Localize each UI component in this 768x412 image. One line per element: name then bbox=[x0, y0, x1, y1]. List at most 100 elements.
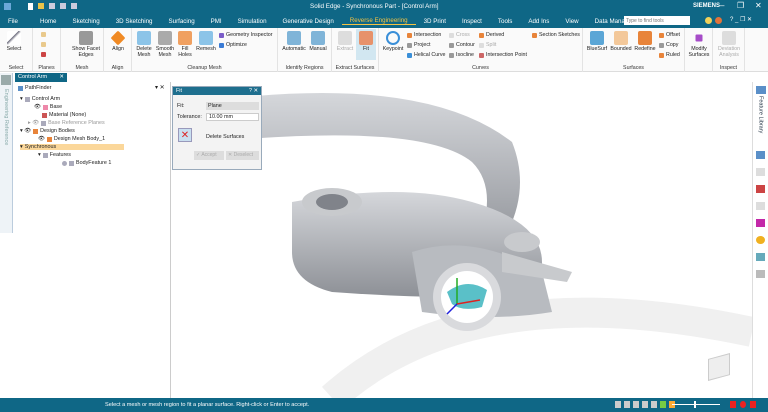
bounded-button[interactable]: Bounded bbox=[609, 31, 633, 52]
pin-close-icon[interactable]: ▾ ✕ bbox=[155, 84, 165, 91]
tree-item-design-bodies[interactable]: ▾ 👁 Design Bodies bbox=[20, 128, 75, 134]
tab-pmi[interactable]: PMI bbox=[203, 18, 230, 25]
tab-sketching[interactable]: Sketching bbox=[65, 18, 108, 25]
ruled-button[interactable]: Ruled bbox=[659, 52, 680, 58]
record-controls[interactable] bbox=[730, 401, 756, 408]
remesh-icon bbox=[199, 31, 213, 45]
tab-generative-design[interactable]: Generative Design bbox=[275, 18, 342, 25]
modify-surfaces-button[interactable]: Modify Surfaces bbox=[686, 31, 712, 58]
tree-item-synchronous[interactable]: ▾ Synchronous bbox=[20, 144, 124, 150]
pathfinder-header: PathFinder bbox=[18, 85, 51, 91]
automatic-button[interactable]: Automatic bbox=[281, 31, 307, 52]
delete-mesh-button[interactable]: Delete Mesh bbox=[134, 31, 154, 58]
help-icon[interactable] bbox=[756, 168, 765, 177]
group-planes: Planes bbox=[33, 28, 61, 72]
tab-3d-print[interactable]: 3D Print bbox=[416, 18, 454, 25]
tab-surfacing[interactable]: Surfacing bbox=[161, 18, 203, 25]
tree-item-design-mesh-body[interactable]: 👁 Design Mesh Body_1 bbox=[38, 136, 105, 142]
split-button[interactable]: Split bbox=[479, 42, 496, 48]
cross-button[interactable]: Cross bbox=[449, 32, 470, 38]
tolerance-input[interactable]: 10.00 mm bbox=[206, 113, 259, 121]
align-button[interactable]: Align bbox=[108, 30, 128, 52]
help-icon[interactable]: ? _ ❐ ✕ bbox=[730, 16, 752, 23]
extract-button[interactable]: Extract bbox=[335, 31, 355, 52]
tool-search-input[interactable] bbox=[624, 16, 690, 25]
tree-item-features[interactable]: ▾ Features bbox=[38, 152, 71, 158]
tab-simulation[interactable]: Simulation bbox=[230, 18, 275, 25]
deviation-analysis-button[interactable]: Deviation Analysis bbox=[714, 31, 744, 58]
tree-item-base[interactable]: 👁 Base bbox=[34, 104, 62, 110]
tab-file[interactable]: File bbox=[0, 18, 26, 25]
offset-button[interactable]: Offset bbox=[659, 32, 680, 38]
minimize-button[interactable]: – bbox=[720, 1, 724, 10]
tab-inspect[interactable]: Inspect bbox=[454, 18, 490, 25]
key-icon[interactable] bbox=[756, 236, 765, 245]
section-sketches-button[interactable]: Section Sketches bbox=[532, 32, 580, 38]
keypoint-button[interactable]: Keypoint bbox=[381, 31, 405, 52]
show-facet-edges-button[interactable]: Show Facet Edges bbox=[71, 31, 101, 58]
tab-add-ins[interactable]: Add Ins bbox=[520, 18, 557, 25]
plane-list-button[interactable] bbox=[41, 42, 46, 47]
copy-button[interactable]: Copy bbox=[659, 42, 678, 48]
right-tab-strip: Feature Library bbox=[752, 82, 768, 398]
tree-item-bodyfeature[interactable]: BodyFeature 1 bbox=[62, 160, 111, 166]
tab-home[interactable]: Home bbox=[26, 18, 65, 25]
modify-surfaces-icon bbox=[695, 34, 703, 42]
gear-icon[interactable] bbox=[1, 75, 11, 85]
tree-item-base-reference-planes[interactable]: ▸ 👁 Base Reference Planes bbox=[28, 120, 105, 126]
accept-button[interactable]: ✓ Accept bbox=[194, 151, 224, 160]
smiley-icon[interactable] bbox=[705, 17, 712, 24]
help-close-icon[interactable]: ? ✕ bbox=[249, 88, 258, 94]
document-tab[interactable]: Control Arm ✕ bbox=[15, 73, 67, 82]
tab-3d-sketching[interactable]: 3D Sketching bbox=[108, 18, 161, 25]
fit-type-select[interactable]: Plane bbox=[206, 102, 259, 110]
delete-surfaces-toggle[interactable]: ✕ bbox=[178, 128, 192, 142]
left-tab-strip: Engineering Reference bbox=[0, 73, 13, 233]
select-button[interactable]: Select bbox=[4, 31, 24, 52]
close-button[interactable]: ✕ bbox=[755, 1, 762, 10]
coordinate-system-button[interactable] bbox=[41, 52, 46, 57]
color-icon[interactable] bbox=[756, 219, 765, 228]
fill-holes-button[interactable]: Fill Holes bbox=[176, 31, 194, 58]
engineering-reference-tab[interactable]: Engineering Reference bbox=[3, 89, 9, 145]
deviation-analysis-icon bbox=[722, 31, 736, 45]
group-extract-surfaces: Extract Fit Extract Surfaces bbox=[332, 28, 379, 72]
remesh-button[interactable]: Remesh bbox=[195, 31, 217, 52]
view-controls[interactable] bbox=[615, 401, 675, 408]
manual-icon bbox=[311, 31, 325, 45]
intersection-button[interactable]: Intersection bbox=[407, 32, 441, 38]
zoom-slider[interactable] bbox=[672, 401, 720, 408]
feature-library-icon[interactable] bbox=[755, 86, 766, 94]
quick-access-toolbar[interactable] bbox=[28, 3, 148, 11]
tree-item-control-arm[interactable]: ▾ Control Arm bbox=[20, 96, 60, 102]
layers-icon[interactable] bbox=[756, 185, 765, 194]
tab-view[interactable]: View bbox=[557, 18, 586, 25]
grid-icon[interactable] bbox=[756, 202, 765, 211]
deselect-button[interactable]: ✕ Deselect bbox=[226, 151, 259, 160]
isocline-button[interactable]: Isocline bbox=[449, 52, 474, 58]
helical-curve-button[interactable]: Helical Curve bbox=[407, 52, 446, 58]
intersection-point-button[interactable]: Intersection Point bbox=[479, 52, 527, 58]
status-bar: Select a mesh or mesh region to fit a pl… bbox=[0, 398, 768, 412]
view-icon[interactable] bbox=[756, 253, 765, 262]
project-button[interactable]: Project bbox=[407, 42, 431, 48]
geometry-inspector-button[interactable]: Geometry Inspector bbox=[219, 32, 273, 38]
frown-icon[interactable] bbox=[715, 17, 722, 24]
feature-library-tab[interactable]: Feature Library bbox=[758, 96, 764, 133]
close-document-icon[interactable]: ✕ bbox=[59, 74, 64, 80]
contour-button[interactable]: Contour bbox=[449, 42, 475, 48]
families-icon[interactable] bbox=[756, 151, 765, 160]
manual-button[interactable]: Manual bbox=[307, 31, 329, 52]
tree-item-material[interactable]: Material (None) bbox=[42, 112, 86, 118]
redefine-button[interactable]: Redefine bbox=[633, 31, 657, 52]
derived-button[interactable]: Derived bbox=[479, 32, 504, 38]
sketch-icon[interactable] bbox=[756, 270, 765, 279]
bluesurf-button[interactable]: BlueSurf bbox=[585, 31, 609, 52]
optimize-button[interactable]: Optimize bbox=[219, 42, 247, 48]
smooth-mesh-button[interactable]: Smooth Mesh bbox=[154, 31, 176, 58]
tab-tools[interactable]: Tools bbox=[490, 18, 520, 25]
restore-button[interactable]: ❐ bbox=[737, 1, 744, 10]
fit-button[interactable]: Fit bbox=[356, 29, 376, 60]
plane-button[interactable] bbox=[41, 32, 46, 37]
tab-reverse-engineering[interactable]: Reverse Engineering bbox=[341, 17, 416, 25]
